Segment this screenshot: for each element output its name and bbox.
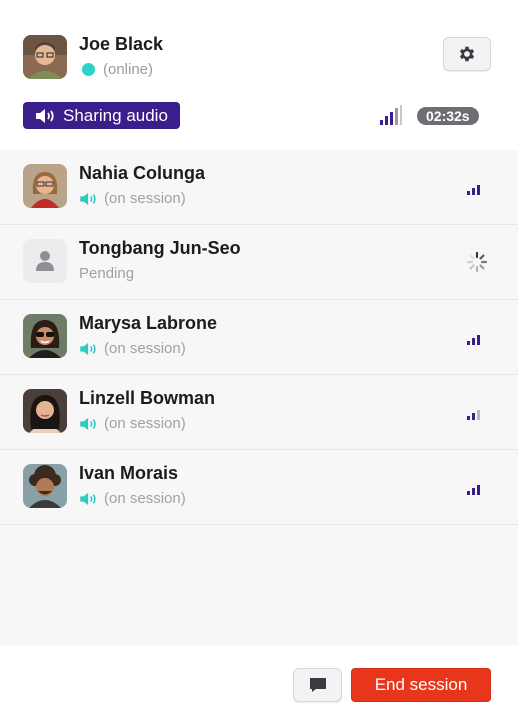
signal-icon bbox=[467, 485, 480, 495]
participant-status: (on session) bbox=[79, 490, 186, 507]
signal-icon bbox=[467, 335, 480, 345]
self-status-text: (online) bbox=[103, 61, 154, 78]
online-indicator-icon bbox=[82, 63, 95, 76]
participant-status: (on session) bbox=[79, 190, 186, 207]
spinner-icon bbox=[466, 251, 488, 273]
participant-row[interactable]: Ivan Morais (on session) bbox=[0, 450, 518, 525]
sharing-audio-badge[interactable]: Sharing audio bbox=[23, 102, 180, 129]
participant-row[interactable]: Linzell Bowman (on session) bbox=[0, 375, 518, 450]
participant-row[interactable]: Nahia Colunga (on session) bbox=[0, 150, 518, 225]
participant-status-text: (on session) bbox=[104, 490, 186, 507]
participant-name: Ivan Morais bbox=[79, 463, 179, 483]
call-panel: Joe Black (online) Sharing audio 02:32s … bbox=[0, 0, 518, 721]
avatar bbox=[23, 389, 67, 433]
speaker-icon bbox=[80, 192, 96, 205]
participant-name: Linzell Bowman bbox=[79, 388, 216, 408]
gear-icon bbox=[459, 46, 475, 62]
chat-button[interactable] bbox=[293, 668, 342, 702]
sharing-audio-label: Sharing audio bbox=[63, 105, 168, 125]
avatar bbox=[23, 314, 67, 358]
self-name: Joe Black bbox=[79, 34, 164, 54]
participant-name: Tongbang Jun-Seo bbox=[79, 238, 241, 258]
participant-status-text: (on session) bbox=[104, 415, 186, 432]
participant-name: Nahia Colunga bbox=[79, 163, 206, 183]
avatar bbox=[23, 35, 67, 79]
participant-status: (on session) bbox=[79, 340, 186, 357]
avatar bbox=[23, 164, 67, 208]
signal-icon bbox=[467, 410, 480, 420]
user-placeholder-icon bbox=[36, 251, 54, 271]
participant-status-text: (on session) bbox=[104, 190, 186, 207]
chat-icon bbox=[309, 678, 326, 692]
speaker-icon bbox=[80, 492, 96, 505]
participant-row[interactable]: Tongbang Jun-Seo Pending bbox=[0, 225, 518, 300]
signal-icon bbox=[380, 105, 402, 125]
self-header: Joe Black (online) Sharing audio 02:32s bbox=[0, 0, 518, 151]
participant-status-text: (on session) bbox=[104, 340, 186, 357]
participant-status: (on session) bbox=[79, 415, 186, 432]
self-status: (online) bbox=[82, 61, 153, 78]
participant-status-text: Pending bbox=[79, 265, 135, 282]
session-timer: 02:32s bbox=[417, 107, 479, 125]
end-session-button[interactable]: End session bbox=[351, 668, 491, 702]
avatar bbox=[23, 239, 67, 283]
participant-name: Marysa Labrone bbox=[79, 313, 218, 333]
session-footer: End session bbox=[0, 645, 518, 721]
speaker-icon bbox=[80, 342, 96, 355]
speaker-icon bbox=[80, 417, 96, 430]
avatar bbox=[23, 464, 67, 508]
speaker-icon bbox=[36, 108, 54, 123]
signal-icon bbox=[467, 185, 480, 195]
participant-status: Pending bbox=[79, 265, 134, 282]
participant-list: Nahia Colunga (on session) Tongbang Jun-… bbox=[0, 150, 518, 645]
participant-row[interactable]: Marysa Labrone (on session) bbox=[0, 300, 518, 375]
settings-button[interactable] bbox=[443, 37, 491, 71]
